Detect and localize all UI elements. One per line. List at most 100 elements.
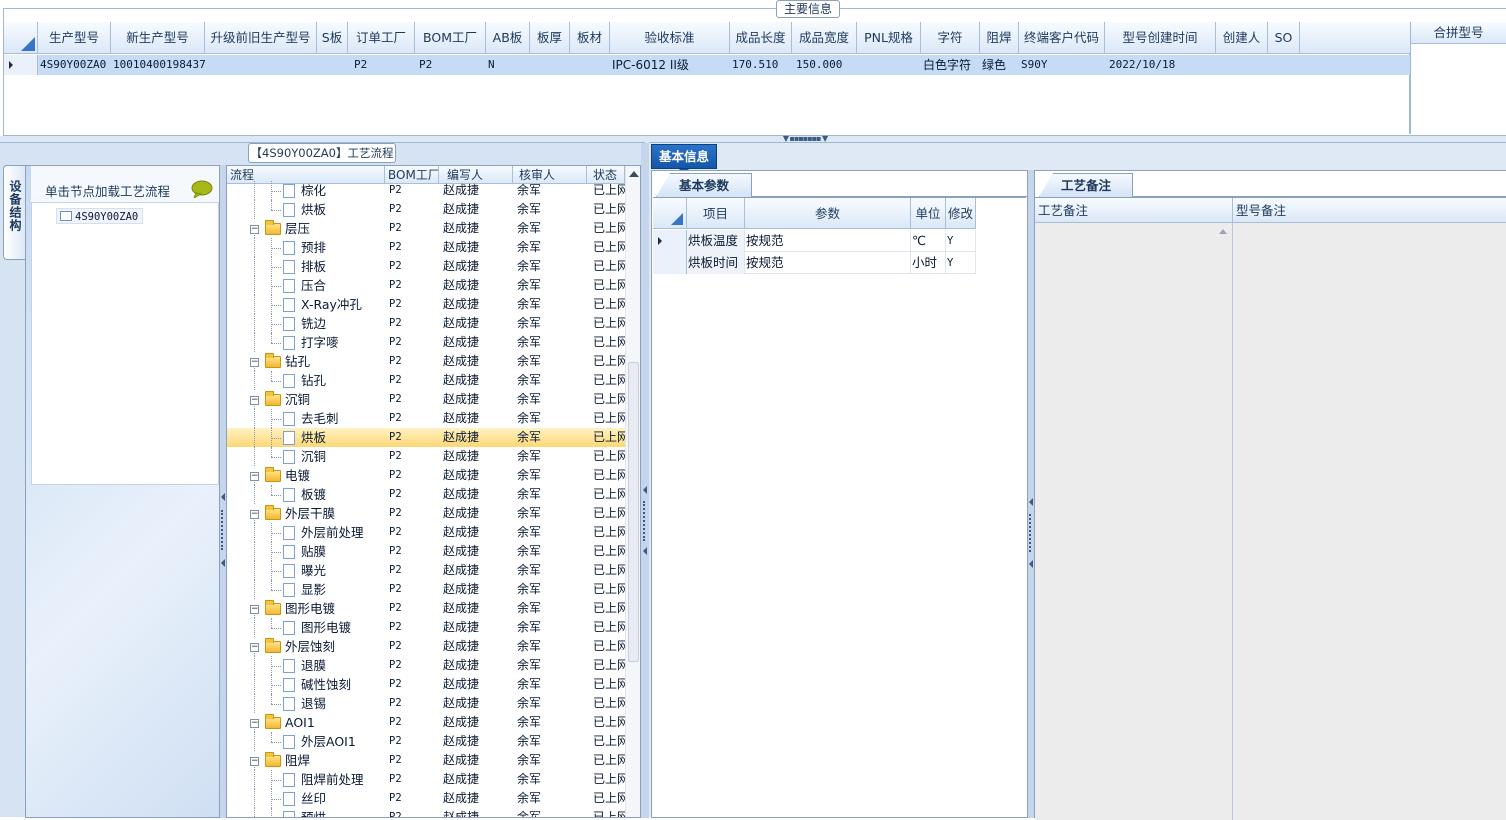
column-header-acceptance-standard[interactable]: 验收标准: [610, 22, 730, 54]
collapse-toggle-icon[interactable]: −: [250, 605, 259, 614]
cell-modify[interactable]: Y: [946, 252, 976, 274]
table-row[interactable]: 排板 P2 赵成捷 余军 已上网: [227, 257, 625, 276]
process-note-memo[interactable]: [1035, 223, 1233, 820]
collapse-arrow-icon[interactable]: [643, 486, 647, 494]
table-row[interactable]: − 图形电镀 P2 赵成捷 余军 已上网: [227, 599, 625, 618]
table-row[interactable]: − 外层干膜 P2 赵成捷 余军 已上网: [227, 504, 625, 523]
cell-param-value[interactable]: 按规范: [745, 230, 911, 252]
table-row[interactable]: 外层前处理 P2 赵成捷 余军 已上网: [227, 523, 625, 542]
collapse-toggle-icon[interactable]: −: [250, 510, 259, 519]
table-row[interactable]: 贴膜 P2 赵成捷 余军 已上网: [227, 542, 625, 561]
collapse-arrow-icon[interactable]: [643, 547, 647, 555]
basic-params-grid[interactable]: 项目 参数 单位 修改 烘板温度 按规范 ℃ Y 烘板时间 按规范 小时 Y: [653, 197, 1026, 817]
cell-ab-board[interactable]: N: [486, 55, 495, 75]
merge-model-header[interactable]: 合拼型号: [1411, 22, 1506, 44]
cell-finished-length[interactable]: 170.510: [730, 55, 778, 75]
tab-basic-info[interactable]: 基本信息: [651, 144, 717, 169]
table-row[interactable]: 图形电镀 P2 赵成捷 余军 已上网: [227, 618, 625, 637]
cell-pnl-spec[interactable]: [857, 55, 859, 75]
cell-so[interactable]: [1268, 55, 1270, 75]
collapse-arrow-icon[interactable]: [221, 493, 225, 501]
table-row[interactable]: 烘板温度 按规范 ℃ Y: [653, 230, 976, 252]
column-header-ab-board[interactable]: AB板: [486, 22, 530, 54]
collapse-arrow-icon[interactable]: [221, 559, 225, 567]
cell-production-model[interactable]: 4S90Y00ZA0: [38, 55, 106, 75]
collapse-toggle-icon[interactable]: −: [250, 757, 259, 766]
table-row[interactable]: 丝印 P2 赵成捷 余军 已上网: [227, 789, 625, 808]
process-flow-tree-grid[interactable]: 流程 BOM工厂 编写人 核审人 状态 棕化P2赵成捷余军已上网烘板P2赵成捷余…: [226, 165, 641, 818]
vertical-splitter-middle[interactable]: [641, 143, 649, 818]
column-header-board-material[interactable]: 板材: [570, 22, 610, 54]
table-row[interactable]: 显影 P2 赵成捷 余军 已上网: [227, 580, 625, 599]
table-row[interactable]: 烘板 P2 赵成捷 余军 已上网: [227, 428, 625, 447]
grid-corner-icon[interactable]: [653, 198, 687, 229]
tree-node-model[interactable]: 4S90Y00ZA0: [56, 208, 144, 224]
scroll-thumb[interactable]: [628, 362, 639, 662]
column-header-solder-mask[interactable]: 阻焊: [980, 22, 1019, 54]
equipment-structure-tab[interactable]: 设备结构: [3, 165, 25, 260]
cell-param-value[interactable]: 按规范: [745, 252, 911, 274]
table-row[interactable]: X-Ray冲孔 P2 赵成捷 余军 已上网: [227, 295, 625, 314]
splitter-grip-icon[interactable]: [1029, 514, 1033, 552]
cell-order-factory[interactable]: P2: [352, 55, 367, 75]
column-header-creator[interactable]: 创建人: [1216, 22, 1268, 54]
table-row[interactable]: 退膜 P2 赵成捷 余军 已上网: [227, 656, 625, 675]
cell-board-material[interactable]: [570, 55, 572, 75]
column-header-item[interactable]: 项目: [687, 198, 745, 229]
splitter-grip-icon[interactable]: [643, 501, 647, 541]
column-header-production-model[interactable]: 生产型号: [38, 22, 111, 54]
table-row[interactable]: 阻焊前处理 P2 赵成捷 余军 已上网: [227, 770, 625, 789]
column-header-finished-width[interactable]: 成品宽度: [792, 22, 857, 54]
cell-board-thickness[interactable]: [530, 55, 532, 75]
collapse-toggle-icon[interactable]: −: [250, 643, 259, 652]
table-row[interactable]: [4, 55, 1410, 75]
table-row[interactable]: 铣边 P2 赵成捷 余军 已上网: [227, 314, 625, 333]
table-row[interactable]: − AOI1 P2 赵成捷 余军 已上网: [227, 713, 625, 732]
column-header-process-note[interactable]: 工艺备注: [1035, 198, 1233, 223]
cell-character[interactable]: 白色字符: [921, 55, 971, 75]
collapse-toggle-icon[interactable]: −: [250, 358, 259, 367]
column-header-created-time[interactable]: 型号创建时间: [1105, 22, 1216, 54]
table-row[interactable]: 烘板 P2 赵成捷 余军 已上网: [227, 200, 625, 219]
cell-item[interactable]: 烘板时间: [687, 252, 745, 274]
table-row[interactable]: 退锡 P2 赵成捷 余军 已上网: [227, 694, 625, 713]
column-header-modify[interactable]: 修改: [946, 198, 976, 229]
cell-finished-width[interactable]: 150.000: [794, 55, 842, 75]
cell-created-time[interactable]: 2022/10/18: [1107, 55, 1175, 75]
main-info-grid[interactable]: 生产型号 新生产型号 升级前旧生产型号 S板 订单工厂 BOM工厂 AB板 板厚 板材 验收标准成…: [4, 22, 1410, 134]
cell-creator[interactable]: [1216, 55, 1218, 75]
column-header-character[interactable]: 字符: [921, 22, 980, 54]
column-header-s-board[interactable]: S板: [317, 22, 348, 54]
cell-bom-factory[interactable]: P2: [417, 55, 432, 75]
table-row[interactable]: − 沉铜 P2 赵成捷 余军 已上网: [227, 390, 625, 409]
table-row[interactable]: 曝光 P2 赵成捷 余军 已上网: [227, 561, 625, 580]
table-row[interactable]: 板镀 P2 赵成捷 余军 已上网: [227, 485, 625, 504]
column-header-finished-length[interactable]: 成品长度: [730, 22, 792, 54]
cell-item[interactable]: 烘板温度: [687, 230, 745, 252]
collapse-toggle-icon[interactable]: −: [250, 472, 259, 481]
column-header-order-factory[interactable]: 订单工厂: [348, 22, 415, 54]
table-row[interactable]: 沉铜 P2 赵成捷 余军 已上网: [227, 447, 625, 466]
column-header-so[interactable]: SO: [1268, 22, 1300, 54]
column-header-model-note[interactable]: 型号备注: [1233, 198, 1506, 223]
table-row[interactable]: 预排 P2 赵成捷 余军 已上网: [227, 238, 625, 257]
flow-scrollbar[interactable]: [625, 166, 640, 817]
cell-acceptance-standard[interactable]: IPC-6012 II级: [610, 55, 689, 75]
collapse-arrow-icon[interactable]: [1029, 560, 1033, 568]
table-row[interactable]: 钻孔 P2 赵成捷 余军 已上网: [227, 371, 625, 390]
table-row[interactable]: 去毛刺 P2 赵成捷 余军 已上网: [227, 409, 625, 428]
table-row[interactable]: − 钻孔 P2 赵成捷 余军 已上网: [227, 352, 625, 371]
cell-s-board[interactable]: [317, 55, 319, 75]
column-header-param[interactable]: 参数: [745, 198, 911, 229]
cell-new-production-model[interactable]: 10010400198437: [111, 55, 206, 75]
column-header-pnl-spec[interactable]: PNL规格: [857, 22, 921, 54]
grid-corner-icon[interactable]: [4, 22, 38, 54]
table-row[interactable]: 打字嘜 P2 赵成捷 余军 已上网: [227, 333, 625, 352]
collapse-toggle-icon[interactable]: −: [250, 396, 259, 405]
tab-process-notes[interactable]: 工艺备注: [1039, 173, 1133, 197]
splitter-grip-icon[interactable]: [221, 510, 225, 550]
cell-unit[interactable]: 小时: [911, 252, 946, 274]
collapse-arrow-icon[interactable]: [1029, 498, 1033, 506]
cell-solder-mask[interactable]: 绿色: [980, 55, 1006, 75]
table-row[interactable]: 外层AOI1 P2 赵成捷 余军 已上网: [227, 732, 625, 751]
